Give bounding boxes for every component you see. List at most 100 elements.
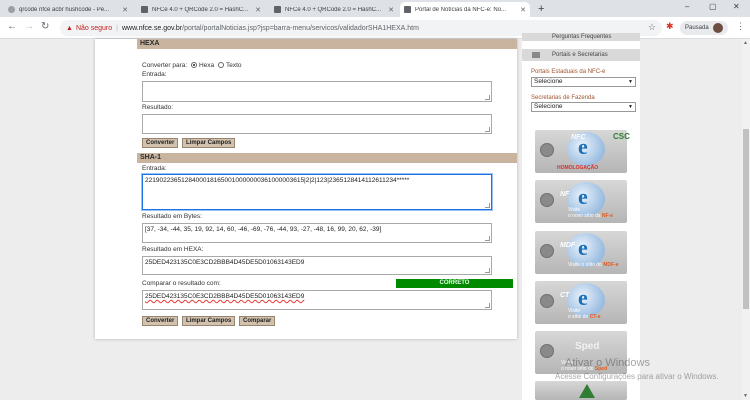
windows-watermark-text: Acesse Configurações para ativar o Windo…: [555, 372, 719, 381]
sha1-hexa-field[interactable]: 25DED423135C0E3CD2BBB4D45DE5D01063143ED9: [142, 256, 492, 275]
banner-logo-letter: e: [578, 235, 588, 260]
sha1-hexa-label: Resultado em HEXA:: [142, 246, 204, 253]
close-icon[interactable]: ✕: [388, 6, 394, 14]
new-tab-button[interactable]: +: [538, 3, 544, 15]
windows-watermark-title: Ativar o Windows: [565, 357, 650, 369]
sha1-input-label: Entrada:: [142, 165, 167, 172]
resize-grip-icon[interactable]: [485, 303, 490, 308]
folder-icon: [532, 52, 540, 58]
page-icon: [404, 6, 411, 13]
banner-nfe[interactable]: e NF Visite o novo sítio da NF-e: [535, 180, 627, 223]
sha1-input-field[interactable]: 2219022365128400018165001000000036100000…: [142, 174, 492, 210]
scroll-down-icon[interactable]: ▼: [743, 393, 748, 399]
banner-logo-text: Sped: [575, 341, 600, 352]
reload-icon[interactable]: ↻: [41, 21, 49, 32]
tab-title: NFCe 4.0 + QRCode 2.0 = HashC...: [285, 6, 382, 13]
bookmark-star-icon[interactable]: ☆: [648, 22, 656, 33]
profile-label: Pausada: [685, 25, 709, 31]
tab-title: qrcode nfce acbr hushcode - Pe...: [19, 6, 110, 13]
tab-nfce-hashcode-2[interactable]: NFCe 4.0 + QRCode 2.0 = HashC... ✕: [270, 2, 398, 17]
resize-grip-icon[interactable]: [485, 236, 490, 241]
extension-icon[interactable]: ✱: [666, 21, 674, 32]
sidebar-link-label: Portais e Secretarias: [552, 52, 608, 58]
sha1-section-title: SHA-1: [137, 153, 517, 163]
sha1-bytes-field[interactable]: [37, -34, -44, 35, 19, 92, 14, 60, -46, …: [142, 223, 492, 243]
page-scrollbar[interactable]: ▲ ▼: [742, 39, 750, 400]
resize-grip-icon[interactable]: [485, 95, 490, 100]
resize-grip-icon[interactable]: [485, 268, 490, 273]
radio-hexa[interactable]: [190, 62, 197, 69]
state-portals-label: Portais Estaduais da NFC-e: [531, 69, 606, 75]
profile-button[interactable]: Pausada: [680, 21, 728, 35]
hexa-result-field[interactable]: [142, 114, 492, 134]
sha1-convert-button[interactable]: Converter: [142, 316, 179, 326]
forward-arrow-icon[interactable]: →: [24, 21, 34, 32]
radio-texto[interactable]: [217, 62, 224, 69]
sha1-clear-button[interactable]: Limpar Campos: [182, 316, 236, 326]
banner-caption: Visite o sítio do CT-e: [568, 308, 601, 320]
tab-strip: qrcode nfce acbr hushcode - Pe... ✕ NFCe…: [0, 0, 750, 17]
banner-title: MDF: [560, 242, 576, 249]
banner-note: HOMOLOGAÇÃO: [557, 165, 599, 171]
hexa-clear-button[interactable]: Limpar Campos: [182, 138, 236, 148]
url-text[interactable]: www.nfce.se.gov.br/portal/portalNoticias…: [122, 25, 419, 32]
resize-grip-icon[interactable]: [485, 127, 490, 132]
scroll-up-icon[interactable]: ▲: [743, 40, 748, 46]
status-badge: CORRETO: [396, 279, 513, 288]
minimize-button[interactable]: –: [685, 2, 689, 11]
sha1-compare-field[interactable]: 25DED423135C0E3CD2BBB4D45DE5D01063143ED9: [142, 290, 492, 310]
banner-caption: Visite o novo sítio da NF-e: [568, 207, 614, 219]
radio-hexa-label: Hexa: [198, 62, 215, 69]
sidebar-link-portals[interactable]: Portais e Secretarias: [522, 49, 640, 61]
hexa-input-field[interactable]: [142, 81, 492, 102]
sha1-compare-button[interactable]: Comparar: [239, 316, 276, 326]
hexa-result-label: Resultado:: [142, 104, 174, 111]
maximize-button[interactable]: ▢: [709, 2, 717, 11]
banner-title: NFC: [571, 134, 586, 141]
hexa-convert-button[interactable]: Converter: [142, 138, 179, 148]
hexa-section-title: HEXA: [137, 39, 517, 49]
secretarias-label: Secretarias de Fazenda: [531, 95, 595, 101]
state-portals-select[interactable]: Selecione ▼: [531, 77, 636, 87]
avatar: [712, 23, 723, 33]
chevron-down-icon: ▼: [628, 79, 633, 85]
banner-caption: Visite o sítio do MDF-e: [568, 262, 619, 268]
tab-qrcode-search[interactable]: qrcode nfce acbr hushcode - Pe... ✕: [4, 2, 132, 17]
tab-portal-noticias[interactable]: Portal de Notícias da NFC-e: No... ✕: [400, 2, 530, 17]
warning-icon[interactable]: ▲: [66, 25, 73, 32]
radio-texto-label: Texto: [225, 62, 242, 69]
globe-icon: [540, 244, 554, 258]
scrollbar-thumb[interactable]: [743, 129, 749, 309]
banner-partial[interactable]: [535, 381, 627, 400]
page-viewport: HEXA Converter para: Hexa Texto Entrada:…: [0, 33, 750, 400]
security-status[interactable]: Não seguro: [76, 25, 112, 32]
banner-cte[interactable]: e CT Visite o sítio do CT-e: [535, 281, 627, 324]
google-icon: [8, 6, 15, 13]
close-window-button[interactable]: ✕: [733, 2, 740, 11]
tab-nfce-hashcode-1[interactable]: NFCe 4.0 + QRCode 2.0 = HashC... ✕: [137, 2, 265, 17]
tree-logo-icon: [579, 384, 595, 398]
page-icon: [141, 6, 148, 13]
convert-label: Converter para:: [142, 62, 188, 69]
tab-title: Portal de Notícias da NFC-e: No...: [415, 6, 507, 13]
chevron-down-icon: ▼: [628, 104, 633, 110]
sidebar-link-faq[interactable]: Perguntas Frequentes: [522, 33, 640, 41]
banner-title: NF: [560, 191, 570, 198]
menu-dots-icon[interactable]: ⋮: [736, 21, 745, 32]
resize-grip-icon[interactable]: [485, 203, 490, 208]
banner-nfce-csc[interactable]: e NFC CSC HOMOLOGAÇÃO: [535, 130, 630, 173]
close-icon[interactable]: ✕: [520, 6, 526, 14]
banner-mdfe[interactable]: e MDF Visite o sítio do MDF-e: [535, 231, 627, 274]
close-icon[interactable]: ✕: [255, 6, 261, 14]
globe-icon: [540, 344, 554, 358]
back-arrow-icon[interactable]: ←: [7, 21, 17, 32]
convert-options: Converter para: Hexa Texto: [142, 62, 242, 69]
sidebar: Perguntas Frequentes Portais e Secretari…: [522, 33, 640, 400]
divider: |: [116, 24, 118, 32]
globe-icon: [540, 143, 554, 157]
validator-panel: HEXA Converter para: Hexa Texto Entrada:…: [95, 39, 517, 339]
sha1-bytes-label: Resultado em Bytes:: [142, 213, 202, 220]
sha1-compare-label: Comparar o resultado com:: [142, 280, 221, 287]
secretarias-select[interactable]: Selecione ▼: [531, 102, 636, 112]
close-icon[interactable]: ✕: [122, 6, 128, 14]
